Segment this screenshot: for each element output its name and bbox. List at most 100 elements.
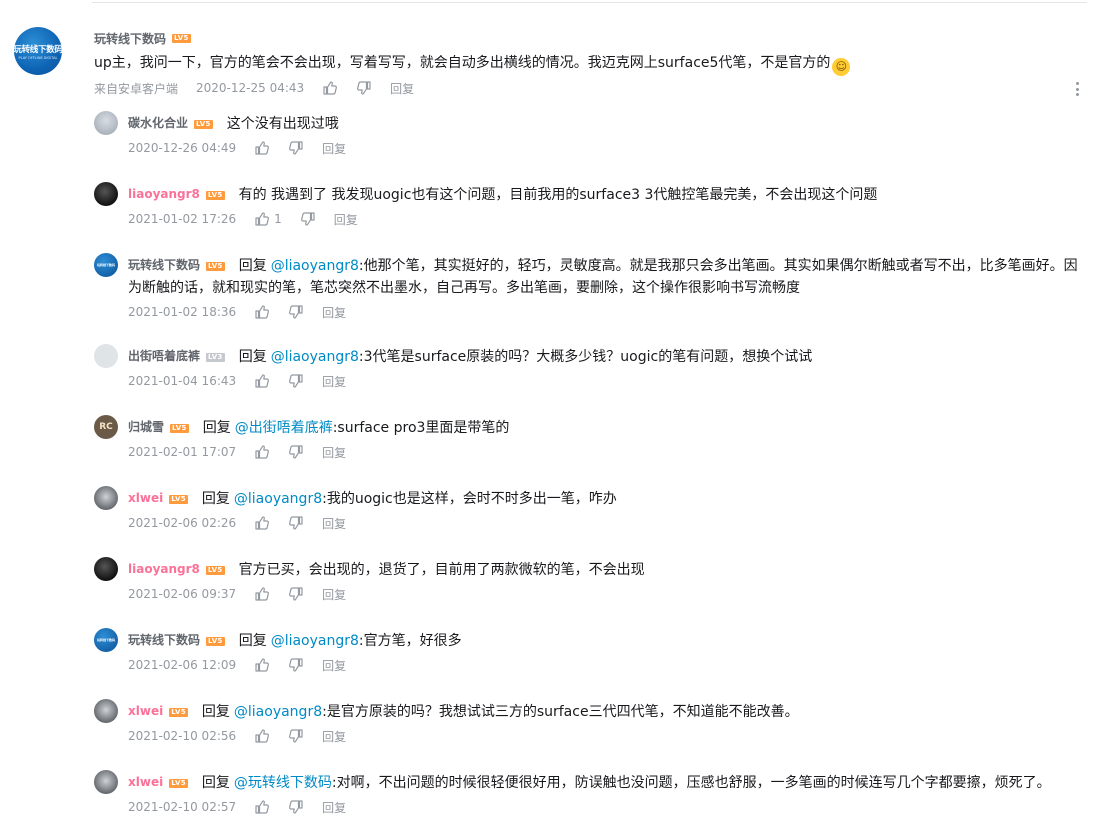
level-badge: LV5: [194, 120, 213, 129]
avatar[interactable]: [94, 344, 118, 368]
reply-username[interactable]: 归城雪: [128, 420, 164, 434]
reply-text: :surface pro3里面是带笔的: [332, 420, 510, 436]
thumbs-down-icon[interactable]: [288, 657, 304, 673]
reply-username[interactable]: xlwei: [128, 704, 163, 718]
reply-prefix: 回复: [201, 491, 230, 507]
reply-prefix: 回复: [201, 704, 230, 720]
reply-time: 2020-12-26 04:49: [128, 141, 237, 155]
reply-username[interactable]: 碳水化合业: [128, 116, 188, 130]
reply-prefix: 回复: [238, 258, 267, 274]
reply-username[interactable]: 玩转线下数码: [128, 633, 200, 647]
avatar[interactable]: [94, 770, 118, 794]
more-options-icon[interactable]: [1072, 80, 1082, 98]
reply-button[interactable]: 回复: [322, 657, 346, 674]
thumbs-up-icon[interactable]: [254, 211, 270, 227]
mention-link[interactable]: @liaoyangr8: [271, 258, 359, 274]
comment-time: 2020-12-25 04:43: [196, 81, 305, 95]
thumbs-up-icon[interactable]: [254, 444, 270, 460]
reply-text: :是官方原装的吗？我想试试三方的surface三代四代笔，不知道能不能改善。: [322, 704, 799, 720]
reply-text: 有的 我遇到了 我发现uogic也有这个问题，目前我用的surface3 3代触…: [238, 187, 878, 203]
reply-username[interactable]: liaoyangr8: [128, 562, 200, 576]
reply-username[interactable]: xlwei: [128, 491, 163, 505]
reply-content: liaoyangr8 LV5 官方已买，会出现的，退货了，目前用了两款微软的笔，不会…: [128, 558, 1090, 581]
reply-button[interactable]: 回复: [322, 373, 346, 390]
avatar[interactable]: [94, 699, 118, 723]
reply-button[interactable]: 回复: [390, 80, 414, 97]
thumbs-down-icon[interactable]: [288, 586, 304, 602]
level-badge: LV5: [169, 779, 188, 788]
thumbs-down-icon[interactable]: [288, 799, 304, 815]
comment-meta: 来自安卓客户端 2020-12-25 04:43 回复: [94, 80, 414, 96]
thumbs-up-icon[interactable]: [254, 586, 270, 602]
thumbs-down-icon[interactable]: [288, 373, 304, 389]
reply-content: 出街唔着底裤 LV3 回复 @liaoyangr8:3代笔是surface原装的吗？大…: [128, 345, 1090, 368]
level-badge: LV5: [170, 424, 189, 433]
thumbs-down-icon[interactable]: [288, 140, 304, 156]
avatar[interactable]: RC: [94, 415, 118, 439]
reply-meta: 2021-01-02 18:36 回复: [128, 304, 346, 320]
avatar[interactable]: [94, 182, 118, 206]
thumbs-up-icon[interactable]: [254, 515, 270, 531]
reply-content: 归城雪 LV5 回复 @出街唔着底裤:surface pro3里面是带笔的: [128, 416, 1090, 439]
reply-text: :我的uogic也是这样，会时不时多出一笔，咋办: [322, 491, 617, 507]
reply-time: 2021-02-10 02:57: [128, 800, 237, 814]
thumbs-down-icon[interactable]: [288, 515, 304, 531]
thumbs-down-icon[interactable]: [300, 211, 316, 227]
reply-time: 2021-02-01 17:07: [128, 445, 237, 459]
like-count: 1: [274, 212, 282, 226]
avatar[interactable]: [94, 557, 118, 581]
reply-meta: 2021-02-06 09:37 回复: [128, 586, 346, 602]
mention-link[interactable]: @玩转线下数码: [234, 775, 332, 791]
reply-username[interactable]: 玩转线下数码: [128, 258, 200, 272]
reply-button[interactable]: 回复: [322, 444, 346, 461]
level-badge: LV5: [205, 191, 225, 200]
top-divider: [92, 2, 1087, 3]
avatar[interactable]: 玩转线下数码: [94, 253, 118, 277]
comment-author: 玩转线下数码 LV5: [94, 30, 191, 46]
reply-button[interactable]: 回复: [322, 304, 346, 321]
thumbs-up-icon[interactable]: [254, 657, 270, 673]
avatar-text: 玩转线下数码: [14, 44, 62, 55]
reply-button[interactable]: 回复: [322, 515, 346, 532]
reply-content: liaoyangr8 LV5 有的 我遇到了 我发现uogic也有这个问题，目前我用…: [128, 183, 1090, 206]
reply-button[interactable]: 回复: [322, 799, 346, 816]
avatar[interactable]: 玩转线下数码: [94, 628, 118, 652]
username[interactable]: 玩转线下数码: [94, 30, 166, 47]
thumbs-down-icon[interactable]: [288, 304, 304, 320]
thumbs-up-icon[interactable]: [254, 304, 270, 320]
reply-meta: 2020-12-26 04:49 回复: [128, 140, 346, 156]
avatar[interactable]: [94, 111, 118, 135]
mention-link[interactable]: @出街唔着底裤: [235, 420, 333, 436]
avatar[interactable]: 玩转线下数码 PLAY OFFLINE DIGITAL: [14, 27, 62, 75]
thumbs-down-icon[interactable]: [288, 728, 304, 744]
mention-link[interactable]: @liaoyangr8: [234, 704, 322, 720]
reply-time: 2021-01-02 18:36: [128, 305, 237, 319]
mention-link[interactable]: @liaoyangr8: [234, 491, 322, 507]
thumbs-up-icon[interactable]: [254, 799, 270, 815]
reply-content: 碳水化合业 LV5 这个没有出现过哦: [128, 112, 1090, 135]
reply-username[interactable]: xlwei: [128, 775, 163, 789]
comment-source: 来自安卓客户端: [94, 81, 179, 96]
reply-prefix: 回复: [238, 349, 267, 365]
avatar[interactable]: [94, 486, 118, 510]
mention-link[interactable]: @liaoyangr8: [271, 349, 359, 365]
reply-username[interactable]: 出街唔着底裤: [128, 349, 200, 363]
level-badge: LV5: [172, 33, 191, 43]
reply-button[interactable]: 回复: [334, 211, 358, 228]
reply-content: xlwei LV5 回复 @liaoyangr8:是官方原装的吗？我想试试三方的sur…: [128, 700, 1090, 723]
thumbs-up-icon[interactable]: [254, 373, 270, 389]
reply-button[interactable]: 回复: [322, 586, 346, 603]
reply-time: 2021-02-06 09:37: [128, 587, 237, 601]
comment-text: up主，我问一下，官方的笔会不会出现，写着写写，就会自动多出横线的情况。我迈克网…: [94, 52, 851, 76]
reply-meta: 2021-02-01 17:07 回复: [128, 444, 346, 460]
thumbs-up-icon[interactable]: [322, 80, 338, 96]
thumbs-down-icon[interactable]: [356, 80, 372, 96]
thumbs-up-icon[interactable]: [254, 728, 270, 744]
thumbs-down-icon[interactable]: [288, 444, 304, 460]
reply-content: xlwei LV5 回复 @玩转线下数码:对啊，不出问题的时候很轻便很好用，防误触也没…: [128, 771, 1090, 794]
reply-button[interactable]: 回复: [322, 140, 346, 157]
reply-username[interactable]: liaoyangr8: [128, 187, 200, 201]
thumbs-up-icon[interactable]: [254, 140, 270, 156]
mention-link[interactable]: @liaoyangr8: [271, 633, 359, 649]
reply-button[interactable]: 回复: [322, 728, 346, 745]
